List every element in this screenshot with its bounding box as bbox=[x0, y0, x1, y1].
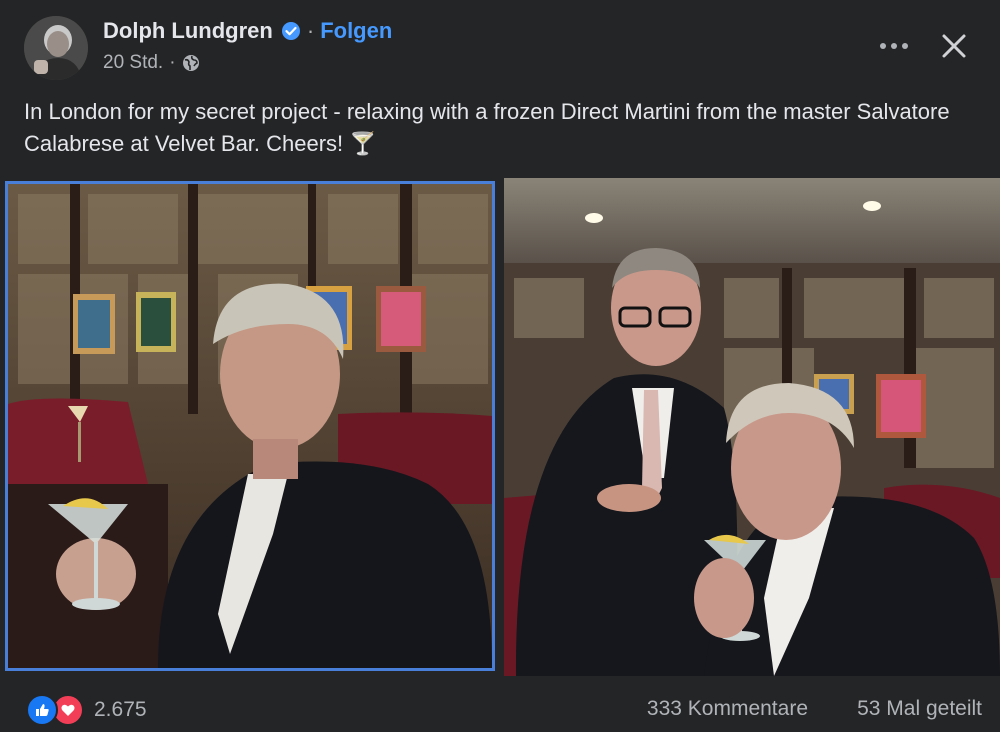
close-icon bbox=[942, 34, 966, 58]
close-button[interactable] bbox=[932, 24, 976, 68]
verified-badge-icon bbox=[281, 21, 301, 41]
photo-bartender-and-man-tasting-martini[interactable] bbox=[504, 178, 1000, 676]
separator-dot: · bbox=[306, 18, 315, 43]
follow-button[interactable]: Folgen bbox=[320, 18, 392, 44]
more-options-icon bbox=[880, 43, 908, 49]
post-timestamp[interactable]: 20 Std. bbox=[103, 52, 163, 74]
reactions-summary[interactable]: 2.675 bbox=[26, 694, 147, 726]
photo-man-holding-martini[interactable] bbox=[5, 181, 495, 671]
like-icon bbox=[26, 694, 58, 726]
reaction-count[interactable]: 2.675 bbox=[94, 698, 147, 722]
author-name[interactable]: Dolph Lundgren bbox=[103, 18, 273, 44]
author-line: Dolph Lundgren · Folgen bbox=[103, 18, 392, 44]
author-avatar[interactable] bbox=[24, 16, 88, 80]
post-meta: 20 Std. · bbox=[103, 52, 200, 74]
meta-separator: · bbox=[169, 52, 176, 73]
post-caption: In London for my secret project - relaxi… bbox=[24, 99, 950, 156]
globe-icon[interactable] bbox=[182, 54, 200, 72]
post-header: Dolph Lundgren · Folgen 20 Std. · bbox=[0, 0, 1000, 90]
shares-count-link[interactable]: 53 Mal geteilt bbox=[857, 697, 982, 721]
photo-grid bbox=[0, 178, 1000, 676]
more-options-button[interactable] bbox=[874, 26, 914, 66]
post-footer: 2.675 333 Kommentare 53 Mal geteilt bbox=[0, 680, 1000, 732]
comments-count-link[interactable]: 333 Kommentare bbox=[647, 697, 808, 721]
